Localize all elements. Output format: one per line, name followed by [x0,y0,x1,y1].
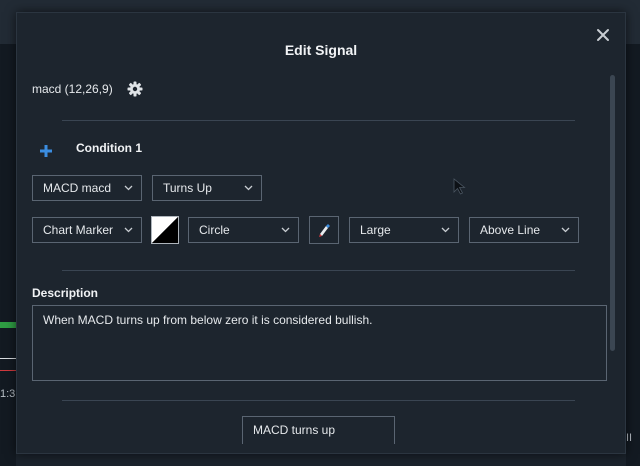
action-select[interactable]: Chart Marker [32,217,142,243]
chevron-down-icon [124,185,133,191]
description-textarea[interactable]: When MACD turns up from below zero it is… [32,305,607,381]
chevron-down-icon [281,227,290,233]
marker-label-input[interactable]: MACD turns up [242,416,395,444]
marker-color-swatch[interactable] [151,216,179,244]
operator-select[interactable]: Turns Up [152,175,262,201]
chevron-down-icon [441,227,450,233]
section-divider [62,120,575,121]
color-swatch-icon [152,217,178,243]
close-icon[interactable] [595,27,611,43]
section-divider [62,400,575,401]
chevron-down-icon [244,185,253,191]
description-label: Description [32,286,99,300]
gear-icon[interactable] [127,81,143,97]
background-series-line [0,370,16,371]
background-chart-right: II [626,44,640,466]
operator-select-value: Turns Up [163,181,212,195]
background-volume-bar [0,322,16,328]
plus-icon[interactable] [39,144,53,158]
chevron-down-icon [124,227,133,233]
section-divider [62,270,575,271]
background-pause-glyph: II [626,432,633,444]
background-series-line [0,358,16,359]
dialog-title: Edit Signal [284,42,358,58]
position-select[interactable]: Above Line [469,217,579,243]
action-select-value: Chart Marker [43,223,114,237]
position-select-value: Above Line [480,223,541,237]
shape-select-value: Circle [199,223,230,237]
size-select[interactable]: Large [349,217,459,243]
background-axis-tick: 1:3 [0,388,16,400]
chevron-down-icon [561,227,570,233]
marker-color-button[interactable] [309,216,339,244]
mouse-cursor-icon [453,178,466,195]
marker-color-icon [319,224,330,237]
indicator-select[interactable]: MACD macd [32,175,142,201]
shape-select[interactable]: Circle [188,217,299,243]
size-select-value: Large [360,223,391,237]
indicator-select-value: MACD macd [43,181,112,195]
background-chart-left: 1:3 [0,44,16,466]
edit-signal-dialog: Edit Signal macd (12,26,9) Condition 1 M… [16,12,626,454]
dialog-scrollbar[interactable] [610,75,615,351]
condition-label: Condition 1 [76,141,142,155]
signal-name: macd (12,26,9) [32,82,113,96]
